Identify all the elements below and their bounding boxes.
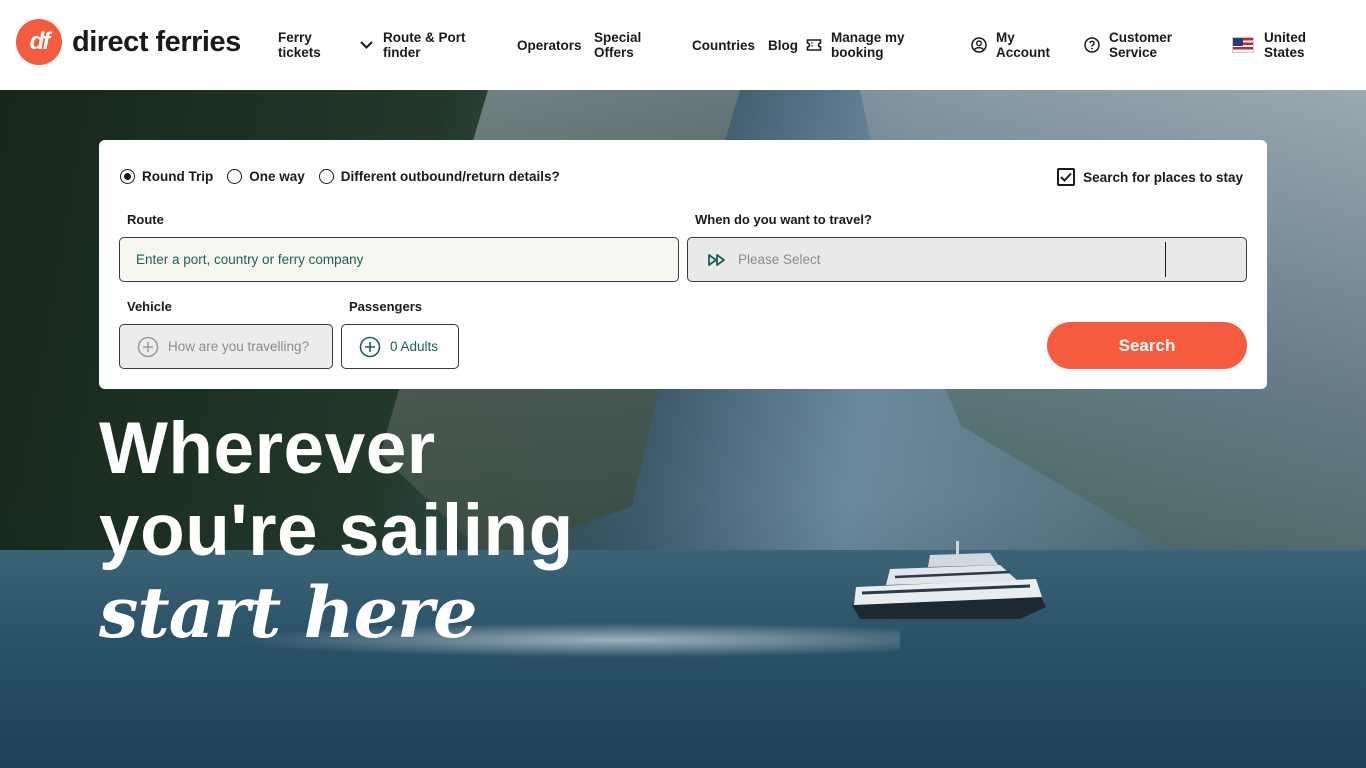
headline-line-3: start here	[99, 571, 478, 654]
nav-locale[interactable]: United States	[1232, 30, 1322, 60]
nav-operators-label: Operators	[517, 38, 582, 53]
trip-type-round-trip-label: Round Trip	[142, 169, 214, 184]
search-button[interactable]: Search	[1047, 322, 1247, 369]
nav-locale-label: United States	[1264, 30, 1306, 60]
vehicle-selector[interactable]: How are you travelling?	[119, 324, 333, 369]
nav-my-account[interactable]: My Account	[971, 30, 1056, 60]
trip-type-different-details[interactable]: Different outbound/return details?	[318, 169, 560, 184]
nav-route-finder-label: Route & Port finder	[383, 30, 466, 60]
passengers-label: Passengers	[349, 299, 422, 314]
trip-type-one-way-label: One way	[249, 169, 305, 184]
nav-customer-service[interactable]: Customer Service	[1084, 30, 1184, 60]
logo[interactable]: df direct ferries	[16, 19, 241, 65]
checkbox-checked-icon	[1057, 168, 1076, 186]
date-placeholder: Please Select	[738, 252, 821, 267]
date-picker[interactable]: Please Select	[687, 237, 1247, 282]
nav-customer-service-label: Customer Service	[1109, 30, 1173, 60]
us-flag-icon	[1232, 37, 1254, 53]
headline-line-1: Wherever	[99, 408, 436, 489]
user-circle-icon	[971, 37, 987, 53]
route-input[interactable]	[119, 237, 679, 282]
nav-special-offers-label: Special Offers	[594, 30, 642, 60]
radio-unselected-icon	[318, 169, 334, 184]
nav-ferry-tickets[interactable]: Ferry tickets	[278, 30, 338, 60]
nav-manage-booking[interactable]: Manage my booking	[806, 30, 921, 60]
vehicle-placeholder: How are you travelling?	[168, 339, 310, 354]
trip-type-round-trip[interactable]: Round Trip	[120, 169, 213, 184]
nav-operators[interactable]: Operators	[517, 38, 582, 53]
headline-line-2: you're sailing	[99, 490, 574, 571]
nav-blog-label: Blog	[768, 38, 798, 53]
ferry-illustration	[852, 541, 1046, 619]
nav-ferry-tickets-label: Ferry tickets	[278, 30, 321, 60]
passengers-selector[interactable]: 0 Adults	[341, 324, 459, 369]
ticket-icon	[806, 38, 822, 52]
trip-type-one-way[interactable]: One way	[227, 169, 305, 184]
logo-mark: df	[16, 19, 62, 65]
passengers-value: 0 Adults	[390, 339, 439, 354]
fast-forward-icon	[708, 253, 726, 266]
nav-countries-label: Countries	[692, 38, 756, 53]
nav-my-account-label: My Account	[996, 30, 1050, 60]
trip-type-group: Round Trip One way Different outbound/re…	[120, 169, 574, 184]
search-panel: Round Trip One way Different outbound/re…	[99, 140, 1267, 389]
nav-countries[interactable]: Countries	[692, 38, 755, 53]
vehicle-label: Vehicle	[127, 299, 172, 314]
nav-route-finder[interactable]: Route & Port finder	[359, 30, 489, 60]
stay-checkbox[interactable]: Search for places to stay	[1057, 168, 1243, 186]
hero-headline: Wherever you're sailing start here	[99, 408, 574, 656]
date-divider	[1165, 242, 1166, 277]
trip-type-different-details-label: Different outbound/return details?	[340, 169, 560, 184]
plus-circle-icon	[137, 336, 159, 358]
chevron-down-icon	[359, 40, 374, 50]
question-circle-icon	[1084, 37, 1100, 53]
stay-checkbox-label: Search for places to stay	[1083, 169, 1243, 185]
plus-circle-icon	[359, 336, 381, 358]
route-label: Route	[127, 212, 164, 227]
radio-unselected-icon	[227, 169, 243, 184]
radio-selected-icon	[120, 169, 135, 184]
nav-blog[interactable]: Blog	[768, 38, 798, 53]
date-label: When do you want to travel?	[695, 212, 872, 227]
logo-text: direct ferries	[72, 25, 241, 58]
nav-manage-booking-label: Manage my booking	[831, 30, 905, 60]
nav-special-offers[interactable]: Special Offers	[594, 30, 654, 60]
site-header: df direct ferries Ferry tickets Route & …	[0, 0, 1366, 90]
